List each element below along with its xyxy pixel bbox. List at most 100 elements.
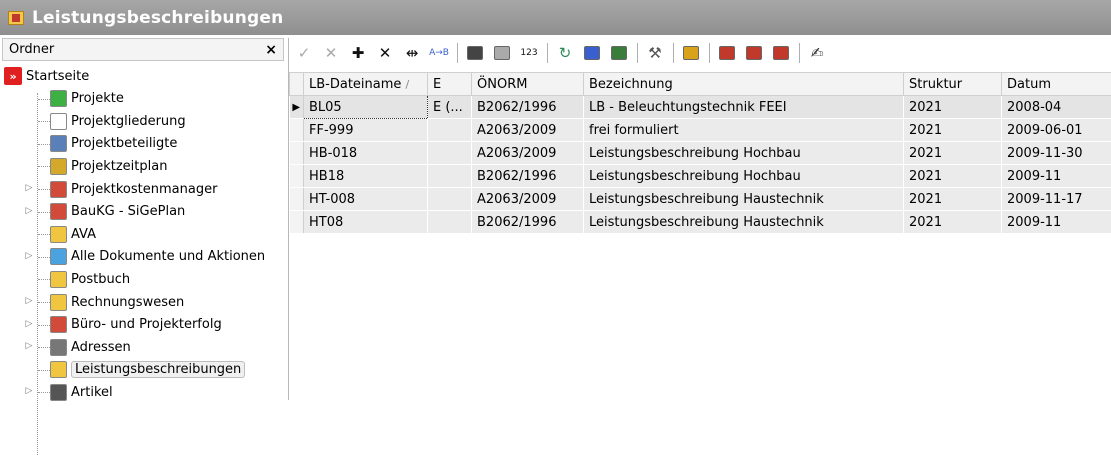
cell-struktur[interactable]: 2021	[904, 165, 1002, 188]
expand-icon[interactable]: ▷	[24, 206, 34, 216]
open-folder-button[interactable]	[680, 42, 702, 64]
cell-file[interactable]: BL05	[304, 96, 428, 119]
sidebar-item-baukg-sigeplan[interactable]: BauKG - SiGePlan	[50, 201, 185, 223]
sidebar-item-projektkostenmanager[interactable]: Projektkostenmanager	[50, 178, 217, 200]
row-indicator	[290, 142, 304, 165]
table-row[interactable]: HB18 B2062/1996Leistungsbeschreibung Hoch…	[290, 165, 1111, 188]
export-button[interactable]	[716, 42, 738, 64]
cost-chart-icon	[50, 181, 67, 198]
cell-datum[interactable]: 2009-11-17	[1002, 188, 1111, 211]
cancel-icon: ✕	[325, 44, 338, 62]
cell-norm[interactable]: A2063/2009	[472, 188, 584, 211]
column-header-datum[interactable]: Datum	[1002, 73, 1111, 96]
add-button[interactable]: ✚	[347, 42, 369, 64]
binoculars-button[interactable]	[464, 42, 486, 64]
cell-norm[interactable]: B2062/1996	[472, 96, 584, 119]
check-button[interactable]: ✓	[293, 42, 315, 64]
sidebar-item-projektgliederung[interactable]: Projektgliederung	[50, 110, 186, 132]
copy-button[interactable]	[581, 42, 603, 64]
table-row[interactable]: HT08 B2062/1996Leistungsbeschreibung Haus…	[290, 211, 1111, 234]
cell-e[interactable]	[428, 165, 472, 188]
sidebar-item-projektbeteiligte[interactable]: Projektbeteiligte	[50, 133, 177, 155]
column-header-norm[interactable]: ÖNORM	[472, 73, 584, 96]
numbering-button[interactable]: 123	[518, 42, 540, 64]
cell-struktur[interactable]: 2021	[904, 96, 1002, 119]
column-width-button[interactable]: ⇹	[401, 42, 423, 64]
cell-desc[interactable]: Leistungsbeschreibung Hochbau	[584, 165, 904, 188]
cell-struktur[interactable]: 2021	[904, 119, 1002, 142]
expand-icon[interactable]: ▷	[24, 296, 34, 306]
cell-norm[interactable]: A2063/2009	[472, 119, 584, 142]
sidebar-item-alle-dokumente-und-aktionen[interactable]: Alle Dokumente und Aktionen	[50, 246, 265, 268]
cell-e[interactable]	[428, 188, 472, 211]
cell-norm[interactable]: B2062/1996	[472, 165, 584, 188]
cell-desc[interactable]: Leistungsbeschreibung Haustechnik	[584, 211, 904, 234]
expand-icon[interactable]: ▷	[24, 341, 34, 351]
delete-button[interactable]: ✕	[374, 42, 396, 64]
import-button[interactable]	[770, 42, 792, 64]
table-row[interactable]: HT-008 A2063/2009Leistungsbeschreibung Ha…	[290, 188, 1111, 211]
column-header-e[interactable]: E	[428, 73, 472, 96]
cell-datum[interactable]: 2009-11	[1002, 165, 1111, 188]
cell-struktur[interactable]: 2021	[904, 142, 1002, 165]
cell-file[interactable]: FF-999	[304, 119, 428, 142]
cell-datum[interactable]: 2008-04	[1002, 96, 1111, 119]
expand-icon[interactable]: ▷	[24, 319, 34, 329]
table-row[interactable]: HB-018 A2063/2009Leistungsbeschreibung Ho…	[290, 142, 1111, 165]
export-multi-button[interactable]	[743, 42, 765, 64]
sidebar-item-rechnungswesen[interactable]: Rechnungswesen	[50, 291, 184, 313]
cell-e[interactable]	[428, 211, 472, 234]
table-row[interactable]: FF-999 A2063/2009frei formuliert20212009-…	[290, 119, 1111, 142]
sidebar-item-postbuch[interactable]: Postbuch	[50, 268, 130, 290]
sidebar-item-leistungsbeschreibungen[interactable]: Leistungsbeschreibungen	[50, 359, 245, 381]
tools-button[interactable]: ⚒	[644, 42, 666, 64]
grid-body: ▶BL05E (...B2062/1996LB - Beleuchtungste…	[290, 96, 1111, 234]
cell-desc[interactable]: Leistungsbeschreibung Haustechnik	[584, 188, 904, 211]
close-sidebar-button[interactable]: ×	[265, 42, 277, 58]
cell-desc[interactable]: frei formuliert	[584, 119, 904, 142]
cell-e[interactable]: E (...	[428, 96, 472, 119]
tree-connector	[38, 166, 50, 167]
cell-e[interactable]	[428, 119, 472, 142]
expand-icon[interactable]: ▷	[24, 386, 34, 396]
cell-struktur[interactable]: 2021	[904, 211, 1002, 234]
expand-icon[interactable]: ▷	[24, 183, 34, 193]
cell-desc[interactable]: Leistungsbeschreibung Hochbau	[584, 142, 904, 165]
sidebar-item-projektzeitplan[interactable]: Projektzeitplan	[50, 155, 167, 177]
cell-datum[interactable]: 2009-11	[1002, 211, 1111, 234]
cell-file[interactable]: HB-018	[304, 142, 428, 165]
sort-ab-icon: A→B	[429, 48, 449, 58]
sidebar-item-büro-und-projekterfolg[interactable]: Büro- und Projekterfolg	[50, 314, 222, 336]
sidebar-item-label: Rechnungswesen	[71, 295, 184, 310]
sort-ab-button[interactable]: A→B	[428, 42, 450, 64]
cancel-button[interactable]: ✕	[320, 42, 342, 64]
sidebar-item-startseite[interactable]: »Startseite	[4, 65, 89, 87]
sidebar-item-adressen[interactable]: Adressen	[50, 336, 131, 358]
sidebar-item-projekte[interactable]: Projekte	[50, 88, 124, 110]
sign-button[interactable]: ✍	[806, 42, 828, 64]
cell-desc[interactable]: LB - Beleuchtungstechnik FEEI	[584, 96, 904, 119]
cell-file[interactable]: HT08	[304, 211, 428, 234]
cell-file[interactable]: HT-008	[304, 188, 428, 211]
column-header-file[interactable]: LB-Dateiname /	[304, 73, 428, 96]
cell-norm[interactable]: B2062/1996	[472, 211, 584, 234]
table-row[interactable]: ▶BL05E (...B2062/1996LB - Beleuchtungste…	[290, 96, 1111, 119]
expand-icon[interactable]: ▷	[24, 251, 34, 261]
binoculars-disabled-button[interactable]	[491, 42, 513, 64]
cell-struktur[interactable]: 2021	[904, 188, 1002, 211]
sidebar-item-ava[interactable]: AVA	[50, 223, 96, 245]
cell-datum[interactable]: 2009-06-01	[1002, 119, 1111, 142]
refresh-button[interactable]: ↻	[554, 42, 576, 64]
cell-datum[interactable]: 2009-11-30	[1002, 142, 1111, 165]
projects-icon	[50, 90, 67, 107]
cell-file[interactable]: HB18	[304, 165, 428, 188]
column-header-struktur[interactable]: Struktur	[904, 73, 1002, 96]
column-header-description[interactable]: Bezeichnung	[584, 73, 904, 96]
cell-e[interactable]	[428, 142, 472, 165]
structure-button[interactable]	[608, 42, 630, 64]
sidebar-item-label: Projektzeitplan	[71, 159, 167, 174]
sidebar-item-artikel[interactable]: Artikel	[50, 381, 113, 403]
cell-norm[interactable]: A2063/2009	[472, 142, 584, 165]
sidebar-header-label: Ordner	[9, 42, 54, 57]
sidebar-item-label: Adressen	[71, 340, 131, 355]
